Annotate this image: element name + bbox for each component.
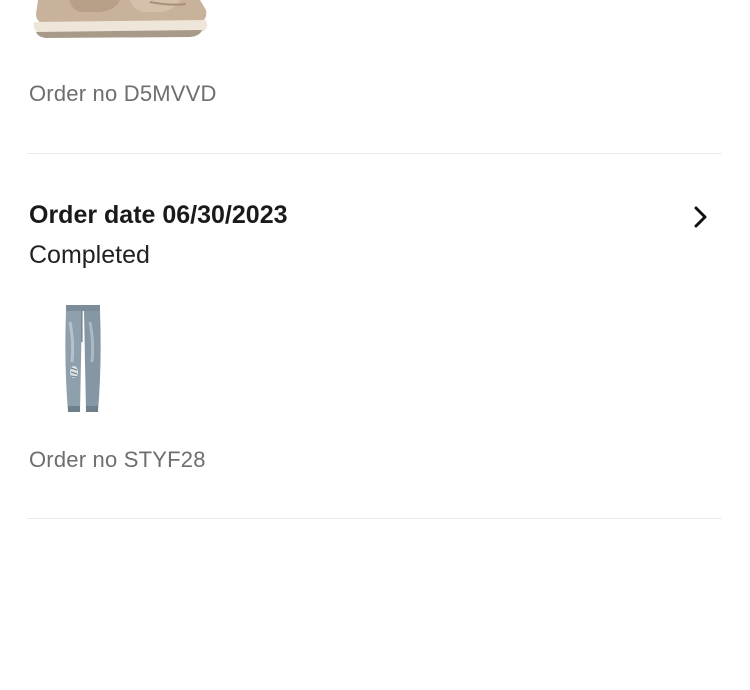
sneaker-image	[30, 0, 210, 42]
chevron-right-icon[interactable]	[686, 202, 716, 232]
order-status: Completed	[29, 241, 150, 269]
order-date: Order date 06/30/2023	[29, 201, 288, 229]
jeans-image	[58, 302, 106, 414]
order-number: Order no D5MVVD	[29, 81, 217, 106]
divider	[27, 518, 722, 519]
order-number: Order no STYF28	[29, 447, 206, 472]
order-card-1[interactable]: Order no D5MVVD	[0, 0, 750, 154]
